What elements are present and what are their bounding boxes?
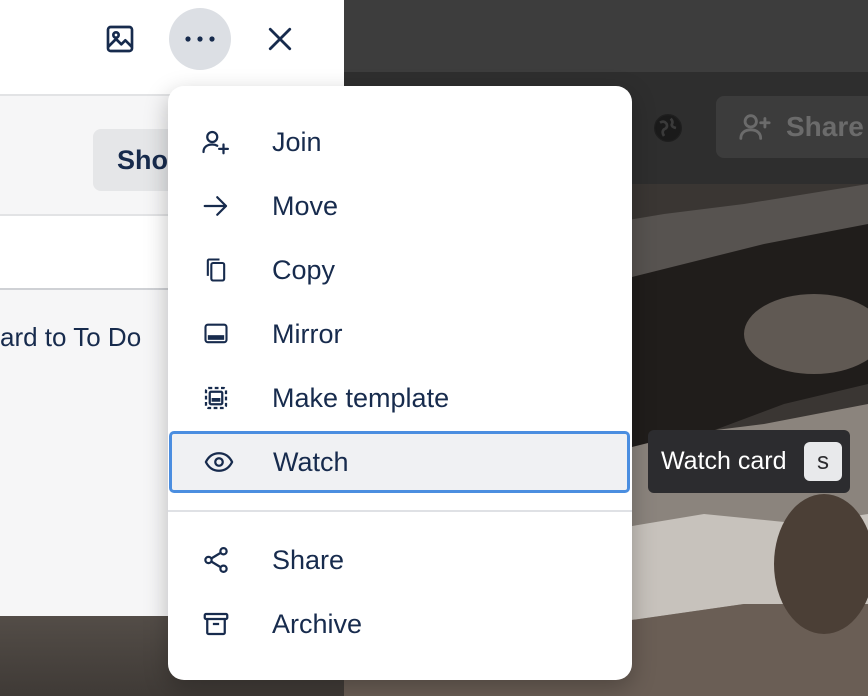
menu-item-label: Watch xyxy=(273,446,349,477)
close-icon xyxy=(268,27,292,51)
archive-icon xyxy=(200,608,232,640)
add-person-icon xyxy=(739,114,771,140)
board-top-bar xyxy=(344,0,868,72)
template-icon xyxy=(200,382,232,414)
menu-divider xyxy=(168,510,632,512)
board-share-button[interactable]: Share xyxy=(716,96,868,158)
menu-item-label: Mirror xyxy=(272,318,343,349)
eye-icon xyxy=(203,446,235,478)
copy-icon xyxy=(200,254,232,286)
arrow-right-icon xyxy=(200,190,232,222)
menu-item-share[interactable]: Share xyxy=(168,529,632,591)
image-icon xyxy=(106,25,134,53)
menu-item-label: Share xyxy=(272,544,345,575)
keyboard-shortcut: s xyxy=(804,442,842,481)
menu-item-move[interactable]: Move xyxy=(168,175,632,237)
menu-item-label: Make template xyxy=(272,382,450,413)
mirror-icon xyxy=(200,318,232,350)
menu-item-copy[interactable]: Copy xyxy=(168,239,632,301)
cover-image-button[interactable] xyxy=(89,8,151,70)
menu-item-watch[interactable]: Watch xyxy=(169,431,630,493)
menu-item-label: Join xyxy=(272,126,322,157)
menu-item-join[interactable]: Join xyxy=(168,111,632,173)
card-header xyxy=(0,0,344,96)
share-icon xyxy=(200,544,232,576)
menu-item-label: Archive xyxy=(272,608,363,639)
show-details-label: Sho xyxy=(117,144,168,175)
more-icon xyxy=(185,36,215,42)
close-card-button[interactable] xyxy=(249,8,311,70)
menu-item-mirror[interactable]: Mirror xyxy=(168,303,632,365)
board-share-label: Share xyxy=(786,111,864,142)
menu-item-label: Copy xyxy=(272,254,336,285)
globe-icon[interactable] xyxy=(652,112,684,144)
menu-item-make-template[interactable]: Make template xyxy=(168,367,632,429)
more-actions-button[interactable] xyxy=(169,8,231,70)
watch-tooltip: Watch card s xyxy=(648,430,850,493)
card-actions-menu: Join Move Copy Mirror Make template Watc… xyxy=(168,86,632,680)
menu-item-label: Move xyxy=(272,190,339,221)
menu-item-archive[interactable]: Archive xyxy=(168,593,632,655)
activity-text: ard to To Do xyxy=(0,322,142,352)
tooltip-text: Watch card xyxy=(661,447,787,475)
add-person-icon xyxy=(200,126,232,158)
